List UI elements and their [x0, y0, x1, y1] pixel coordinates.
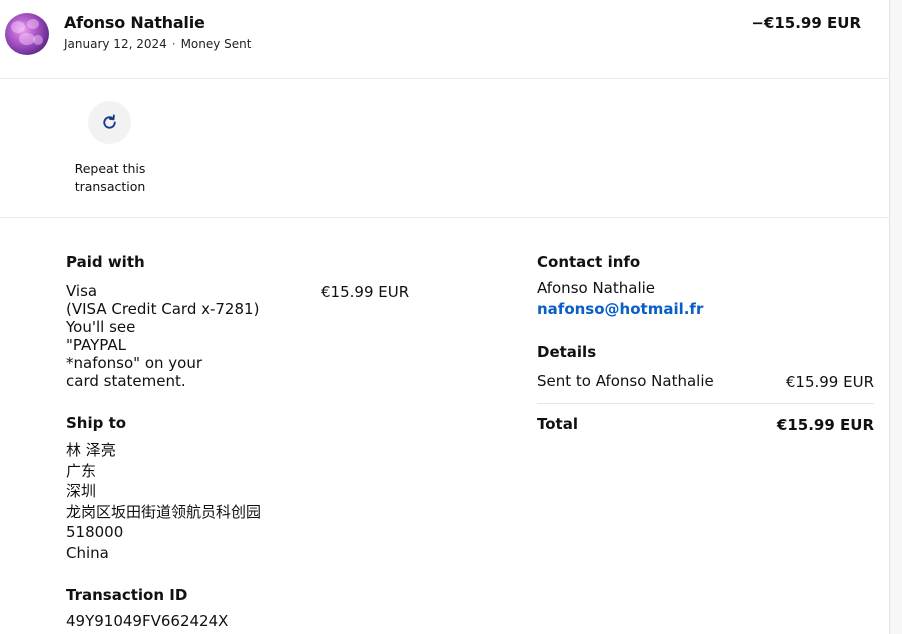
recipient-name: Afonso Nathalie [64, 13, 205, 32]
details-title: Details [537, 343, 597, 361]
address-line: 518000 [66, 523, 124, 541]
contact-email-link[interactable]: nafonso@hotmail.fr [537, 300, 703, 318]
transaction-type: Money Sent [180, 37, 252, 51]
ship-to-title: Ship to [66, 414, 127, 432]
paid-with-line: "PAYPAL [66, 336, 126, 354]
transaction-header: Afonso Nathalie January 12, 2024 · Money S… [0, 0, 889, 79]
repeat-transaction-button[interactable]: Repeat this transaction [68, 101, 152, 201]
paid-with-amount: €15.99 EUR [321, 283, 410, 301]
contact-name: Afonso Nathalie [537, 279, 656, 297]
address-line: 广东 [66, 461, 97, 480]
sent-to-amount: €15.99 EUR [785, 373, 874, 391]
total-label: Total [537, 415, 578, 433]
transaction-id-title: Transaction ID [66, 586, 188, 604]
transaction-amount: −€15.99 EUR [751, 14, 861, 32]
address-line: 龙岗区坂田街道领航员科创园 [66, 502, 262, 521]
repeat-transaction-label: Repeat this transaction [74, 161, 146, 194]
paid-with-line: Visa [66, 282, 98, 300]
transaction-detail-page: Afonso Nathalie January 12, 2024 · Money S… [0, 0, 902, 634]
sent-to-label: Sent to Afonso Nathalie [537, 372, 714, 390]
paid-with-line: *nafonso" on your [66, 354, 203, 372]
separator-dot: · [171, 37, 176, 51]
actions-bar: Repeat this transaction [0, 79, 889, 218]
contact-info-title: Contact info [537, 253, 641, 271]
paid-with-details: Visa (VISA Credit Card x-7281) You'll se… [66, 282, 259, 390]
address-line: China [66, 543, 109, 562]
ship-to-address: 林 泽亮 广东 深圳 龙岗区坂田街道领航员科创园 518000 China [66, 440, 261, 563]
total-amount: €15.99 EUR [776, 416, 874, 434]
details-divider [537, 403, 874, 404]
transaction-subline: January 12, 2024 · Money Sent [64, 37, 252, 51]
refresh-icon [103, 114, 116, 129]
paid-with-line: You'll see [66, 318, 136, 336]
scroll-gutter[interactable] [890, 0, 902, 634]
paid-with-line: card statement. [66, 372, 186, 390]
address-line: 深圳 [66, 482, 97, 500]
repeat-button-circle[interactable] [88, 101, 131, 144]
transaction-date: January 12, 2024 [64, 37, 167, 51]
transaction-id-value[interactable]: 49Y91049FV662424X [66, 612, 228, 630]
paid-with-line: (VISA Credit Card x-7281) [66, 300, 260, 318]
paid-with-title: Paid with [66, 253, 145, 271]
avatar [5, 13, 49, 55]
address-line: 林 泽亮 [66, 441, 116, 459]
